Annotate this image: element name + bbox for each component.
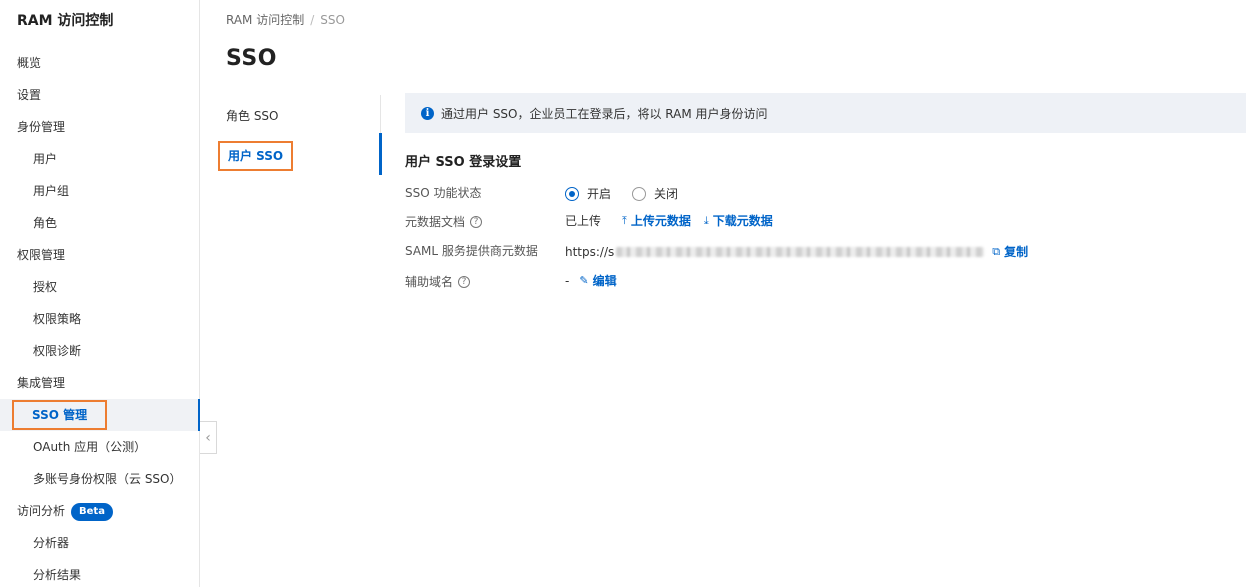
sidebar-item-label: OAuth 应用（公测） [33, 440, 147, 454]
info-notice: i 通过用户 SSO，企业员工在登录后，将以 RAM 用户身份访问 [405, 93, 1246, 133]
sidebar-collapse-button[interactable]: ‹ [200, 421, 217, 454]
sidebar-item-overview[interactable]: 概览 [0, 47, 200, 79]
sidebar-item-policies[interactable]: 权限策略 [0, 303, 200, 335]
sidebar-group-permissions[interactable]: 权限管理 [0, 239, 200, 271]
row-label-text: SSO 功能状态 [405, 186, 482, 200]
link-label: 下载元数据 [712, 214, 773, 228]
sidebar-item-users[interactable]: 用户 [0, 143, 200, 175]
aux-domain-label: 辅助域名? [405, 273, 471, 290]
sso-tabs: 角色 SSO 用户 SSO [201, 95, 382, 175]
upload-icon: ⤒ [622, 213, 627, 227]
radio-circle [632, 186, 647, 201]
sidebar-group-identity[interactable]: 身份管理 [0, 111, 200, 143]
download-metadata-link[interactable]: ⤓ 下载元数据 [704, 212, 773, 229]
sidebar-item-label: 身份管理 [17, 120, 66, 134]
sidebar-item-label: 分析结果 [33, 568, 82, 582]
app-title: RAM 访问控制 [17, 13, 114, 29]
sidebar-item-user-groups[interactable]: 用户组 [0, 175, 200, 207]
edit-aux-domain-link[interactable]: ✎ 编辑 [579, 272, 616, 289]
breadcrumb: RAM 访问控制 / SSO [226, 11, 345, 28]
sidebar-item-label: SSO 管理 [12, 400, 108, 430]
copy-link[interactable]: ⧉ 复制 [992, 243, 1028, 260]
sidebar-item-label: 分析器 [33, 536, 70, 550]
metadata-url: https://s [565, 244, 615, 259]
sidebar-item-label: 集成管理 [17, 376, 66, 390]
sidebar: RAM 访问控制 概览 设置 身份管理 用户 用户组 角色 权限管理 授权 权限… [0, 0, 200, 587]
sidebar-item-settings[interactable]: 设置 [0, 79, 200, 111]
row-label-text: 辅助域名 [405, 275, 454, 289]
sidebar-item-label: 用户组 [33, 184, 70, 198]
radio-circle [565, 186, 579, 201]
tab-role-sso[interactable]: 角色 SSO [201, 98, 381, 134]
page-title: SSO [226, 46, 277, 71]
sidebar-item-sso[interactable]: SSO 管理 [0, 399, 200, 431]
info-icon: i [421, 106, 434, 120]
sidebar-item-label: 权限诊断 [33, 344, 82, 358]
saml-sp-metadata-label: SAML 服务提供商元数据 [405, 242, 538, 259]
metadata-doc-value: 已上传 ⤒ 上传元数据 ⤓ 下载元数据 [565, 212, 773, 229]
sidebar-group-integration[interactable]: 集成管理 [0, 367, 200, 399]
question-circle-icon[interactable]: ? [458, 275, 471, 288]
sidebar-item-analyzer[interactable]: 分析器 [0, 527, 200, 559]
sso-status-radio-group: 开启 关闭 [565, 185, 699, 202]
link-label: 编辑 [592, 274, 617, 288]
download-icon: ⤓ [703, 213, 709, 227]
sidebar-item-label: 访问分析 [17, 504, 66, 518]
link-label: 复制 [1004, 245, 1029, 259]
section-title: 用户 SSO 登录设置 [405, 155, 522, 170]
sidebar-group-access-analysis[interactable]: 访问分析 Beta [0, 495, 200, 527]
sidebar-item-label: 概览 [17, 56, 42, 70]
sidebar-item-label: 权限策略 [33, 312, 82, 326]
tab-label: 用户 SSO [218, 141, 294, 171]
tab-label: 角色 SSO [226, 109, 279, 123]
active-tab-indicator [379, 133, 382, 175]
sidebar-item-analysis-results[interactable]: 分析结果 [0, 559, 200, 587]
sidebar-item-label: 设置 [17, 88, 42, 102]
aux-domain-value: - ✎ 编辑 [565, 272, 617, 289]
breadcrumb-root[interactable]: RAM 访问控制 [226, 13, 304, 27]
sso-status-label: SSO 功能状态 [405, 184, 482, 201]
radio-enable[interactable]: 开启 [565, 185, 611, 202]
link-label: 上传元数据 [630, 214, 691, 228]
beta-badge: Beta [71, 502, 113, 521]
chevron-left-icon: ‹ [205, 429, 211, 446]
upload-metadata-link[interactable]: ⤒ 上传元数据 [622, 212, 691, 229]
sidebar-item-label: 授权 [33, 280, 58, 294]
sidebar-item-diagnosis[interactable]: 权限诊断 [0, 335, 200, 367]
sidebar-item-oauth[interactable]: OAuth 应用（公测） [0, 431, 200, 463]
saml-sp-metadata-value: https://s ⧉ 复制 [565, 243, 1028, 260]
radio-label: 关闭 [654, 187, 679, 201]
breadcrumb-separator: / [310, 13, 315, 27]
copy-icon: ⧉ [992, 244, 1001, 258]
radio-disable[interactable]: 关闭 [632, 185, 678, 202]
tab-user-sso[interactable]: 用户 SSO [201, 138, 381, 174]
notice-text: 通过用户 SSO，企业员工在登录后，将以 RAM 用户身份访问 [441, 106, 768, 121]
row-label-text: SAML 服务提供商元数据 [405, 244, 538, 258]
edit-icon: ✎ [579, 274, 589, 287]
sidebar-item-cloud-sso[interactable]: 多账号身份权限（云 SSO） [0, 463, 200, 495]
sidebar-item-grants[interactable]: 授权 [0, 271, 200, 303]
radio-label: 开启 [587, 187, 612, 201]
sidebar-item-label: 角色 [33, 216, 58, 230]
redacted-url [616, 246, 985, 257]
sidebar-item-label: 权限管理 [17, 248, 66, 262]
metadata-status: 已上传 [565, 214, 602, 228]
aux-domain-text: - [565, 273, 570, 288]
sidebar-item-label: 多账号身份权限（云 SSO） [33, 472, 182, 486]
metadata-doc-label: 元数据文档? [405, 213, 483, 230]
row-label-text: 元数据文档 [405, 215, 466, 229]
question-circle-icon[interactable]: ? [470, 215, 483, 228]
breadcrumb-current: SSO [320, 13, 345, 27]
sidebar-item-label: 用户 [33, 152, 58, 166]
sidebar-item-roles[interactable]: 角色 [0, 207, 200, 239]
